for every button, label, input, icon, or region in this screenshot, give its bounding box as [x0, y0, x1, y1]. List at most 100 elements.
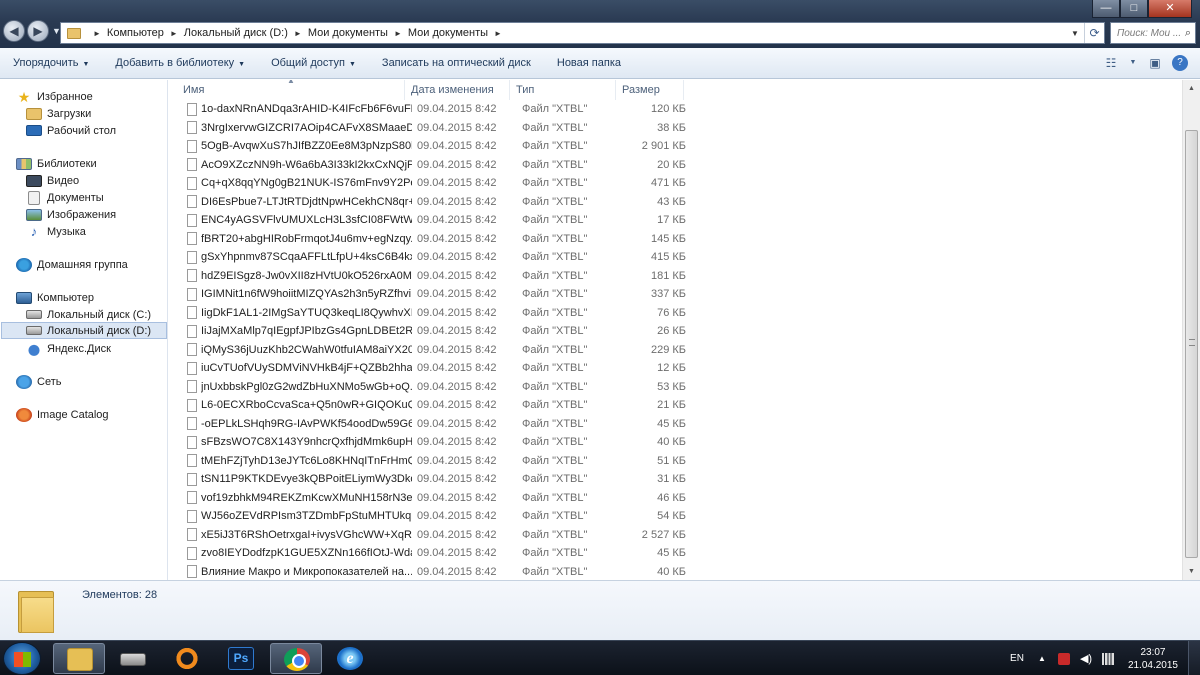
file-row[interactable]: AcO9XZczNN9h-W6a6bA3I33kI2kxCxNQjPfY... 0… [169, 156, 1182, 175]
show-hidden-icons-icon[interactable]: ▲ [1036, 653, 1048, 665]
close-button[interactable]: ✕ [1148, 0, 1192, 18]
file-row[interactable]: gSxYhpnmv87SCqaAFFLtLfpU+4ksC6B4kxO... 09… [169, 248, 1182, 267]
taskbar-scanner[interactable] [107, 643, 159, 674]
column-header-type[interactable]: Тип [510, 80, 616, 100]
file-row[interactable]: iuCvTUofVUySDMViNVHkB4jF+QZBb2hha... 09.0… [169, 359, 1182, 378]
file-row[interactable]: vof19zbhkM94REKZmKcwXMuNH158rN3eU... 09.0… [169, 489, 1182, 508]
file-name: sFBzsWO7C8X143Y9nhcrQxfhjdMmk6upH9... [201, 436, 412, 449]
file-row[interactable]: ENC4yAGSVFlvUMUXLcH3L3sfCI08FWtWjh... 09.… [169, 211, 1182, 230]
breadcrumb-computer[interactable]: Компьютер [107, 27, 164, 39]
tray-app-icon[interactable] [1057, 652, 1070, 665]
file-row[interactable]: -oEPLkLSHqh9RG-IAvPWKf54oodDw59G6a... 09.… [169, 415, 1182, 434]
nav-music[interactable]: ♪ Музыка [26, 223, 86, 240]
file-row[interactable]: 1o-daxNRnANDqa3rAHID-K4IFcFb6F6vuFEc... 0… [169, 100, 1182, 119]
minimize-button[interactable]: — [1092, 0, 1120, 18]
system-tray: EN ▲ ◀) 23:07 21.04.2015 [1010, 641, 1200, 675]
file-type: Файл "XTBL" [522, 436, 588, 449]
vertical-scrollbar[interactable]: ▲ ▼ [1182, 80, 1200, 580]
nav-libraries[interactable]: Библиотеки [16, 155, 97, 172]
nav-drive-d[interactable]: Локальный диск (D:) [1, 322, 167, 339]
nav-documents[interactable]: Документы [26, 189, 104, 206]
scroll-thumb[interactable] [1185, 130, 1198, 558]
file-row[interactable]: zvo8IEYDodfzpK1GUE5XZNn166fIOtJ-Wda... 09… [169, 544, 1182, 563]
file-row[interactable]: Влияние Макро и Микропоказателей на... 09… [169, 563, 1182, 581]
address-history-dropdown[interactable]: ▼ [1066, 29, 1084, 38]
file-row[interactable]: jnUxbbskPgl0zG2wdZbHuXNMo5wGb+oQ... 09.04… [169, 378, 1182, 397]
address-bar[interactable]: ► Компьютер ► Локальный диск (D:) ► Мои … [60, 22, 1105, 44]
nav-desktop[interactable]: Рабочий стол [26, 122, 116, 139]
taskbar-internet-explorer[interactable]: e [324, 643, 376, 674]
nav-favorites[interactable]: ★ Избранное [16, 88, 93, 105]
start-button[interactable] [3, 642, 41, 675]
chevron-right-icon[interactable]: ► [170, 29, 178, 38]
file-row[interactable]: L6-0ECXRboCcvaSca+Q5n0wR+GIQOKuQq... 09.0… [169, 396, 1182, 415]
file-icon [187, 213, 197, 227]
file-row[interactable]: sFBzsWO7C8X143Y9nhcrQxfhjdMmk6upH9... 09.… [169, 433, 1182, 452]
nav-image-catalog[interactable]: Image Catalog [16, 406, 109, 423]
file-size: 45 КБ [657, 417, 686, 430]
file-row[interactable]: WJ56oZEVdRPIsm3TZDmbFpStuMHTUkqbY... 09.0… [169, 507, 1182, 526]
taskbar-explorer[interactable] [53, 643, 105, 674]
nav-video[interactable]: Видео [26, 172, 79, 189]
file-type: Файл "XTBL" [522, 380, 588, 393]
clock[interactable]: 23:07 21.04.2015 [1128, 646, 1178, 672]
refresh-icon[interactable]: ⟳ [1084, 23, 1104, 43]
taskbar-photoshop[interactable]: Ps [215, 643, 267, 674]
scroll-down-arrow-icon[interactable]: ▼ [1183, 563, 1200, 580]
volume-icon[interactable]: ◀) [1080, 653, 1092, 665]
file-row[interactable]: tSN11P9KTKDEvye3kQBPoitELiymWy3Dkod... 09… [169, 470, 1182, 489]
breadcrumb-drive-d[interactable]: Локальный диск (D:) [184, 27, 288, 39]
column-header-date[interactable]: Дата изменения [405, 80, 510, 100]
nav-yandex-disk[interactable]: Яндекс.Диск [26, 340, 111, 357]
column-header-size[interactable]: Размер [616, 80, 684, 100]
file-row[interactable]: xE5iJ3T6RShOetrxgaI+ivysVGhcWW+XqRY-... 0… [169, 526, 1182, 545]
change-view-icon[interactable]: ☷ [1100, 54, 1122, 72]
chevron-right-icon[interactable]: ► [494, 29, 502, 38]
chevron-right-icon[interactable]: ► [294, 29, 302, 38]
maximize-button[interactable]: □ [1120, 0, 1148, 18]
breadcrumb-my-documents-current[interactable]: Мои документы [408, 27, 488, 39]
scroll-up-arrow-icon[interactable]: ▲ [1183, 80, 1200, 97]
share-button[interactable]: Общий доступ ▼ [258, 57, 369, 69]
file-row[interactable]: DI6EsPbue7-LTJtRTDjdtNpwHCekhCN8qr+... 09… [169, 193, 1182, 212]
back-button[interactable]: ◀ [3, 20, 25, 42]
file-row[interactable]: iQMyS36jUuzKhb2CWahW0tfuIAM8aiYX20... 09.… [169, 341, 1182, 360]
organize-button[interactable]: Упорядочить ▼ [0, 57, 102, 69]
file-row[interactable]: hdZ9EISgz8-Jw0vXII8zHVtU0kO526rxA0Mg... 0… [169, 267, 1182, 286]
file-icon [187, 195, 197, 209]
view-options-dropdown[interactable]: ▼ [1128, 54, 1138, 72]
search-input[interactable]: Поиск: Мои ... ⌕ [1110, 22, 1196, 44]
show-desktop-button[interactable] [1188, 641, 1200, 675]
file-row[interactable]: IiJajMXaMlp7qIEgpfJPIbzGs4GpnLDBEt2Rh...… [169, 322, 1182, 341]
nav-homegroup[interactable]: Домашняя группа [16, 256, 128, 273]
file-row[interactable]: tMEhFZjTyhD13eJYTc6Lo8KHNqITnFrHmQB... 09… [169, 452, 1182, 471]
add-to-library-button[interactable]: Добавить в библиотеку ▼ [102, 57, 258, 69]
file-row[interactable]: Cq+qX8qqYNg0gB21NUK-IS76mFnv9Y2Pe3... 09.… [169, 174, 1182, 193]
chevron-right-icon[interactable]: ► [93, 29, 101, 38]
new-folder-button[interactable]: Новая папка [544, 57, 634, 69]
internet-explorer-icon: e [337, 647, 363, 670]
window-controls: — □ ✕ [1092, 0, 1192, 18]
help-icon[interactable]: ? [1172, 55, 1188, 71]
file-row[interactable]: IigDkF1AL1-2IMgSaYTUQ3keqLI8QywhvXIj... 0… [169, 304, 1182, 323]
nav-network[interactable]: Сеть [16, 373, 61, 390]
taskbar-chrome[interactable] [270, 643, 322, 674]
nav-downloads[interactable]: Загрузки [26, 105, 91, 122]
file-row[interactable]: fBRT20+abgHIRobFrmqotJ4u6mv+egNzqy... 09.… [169, 230, 1182, 249]
nav-computer[interactable]: Компьютер [16, 289, 94, 306]
chevron-right-icon[interactable]: ► [394, 29, 402, 38]
nav-drive-c[interactable]: Локальный диск (C:) [26, 306, 151, 323]
language-indicator[interactable]: EN [1010, 653, 1024, 664]
file-row[interactable]: 3NrgIxervwGIZCRI7AOip4CAFvX8SMaaeDvL... 0… [169, 119, 1182, 138]
preview-pane-icon[interactable]: ▣ [1144, 54, 1166, 72]
search-placeholder: Поиск: Мои ... [1117, 27, 1182, 39]
forward-button[interactable]: ▶ [27, 20, 49, 42]
nav-images[interactable]: Изображения [26, 206, 116, 223]
network-signal-icon[interactable] [1101, 652, 1114, 665]
taskbar-yandex-disk[interactable] [161, 643, 213, 674]
file-row[interactable]: IGIMNit1n6fW9hoiitMIZQYAs2h3n5yRZfhvi...… [169, 285, 1182, 304]
breadcrumb-my-documents[interactable]: Мои документы [308, 27, 388, 39]
burn-button[interactable]: Записать на оптический диск [369, 57, 544, 69]
file-row[interactable]: 5OgB-AvqwXuS7hJIfBZZ0Ee8M3pNzpS80b... 09.… [169, 137, 1182, 156]
file-date: 09.04.2015 8:42 [417, 177, 497, 190]
